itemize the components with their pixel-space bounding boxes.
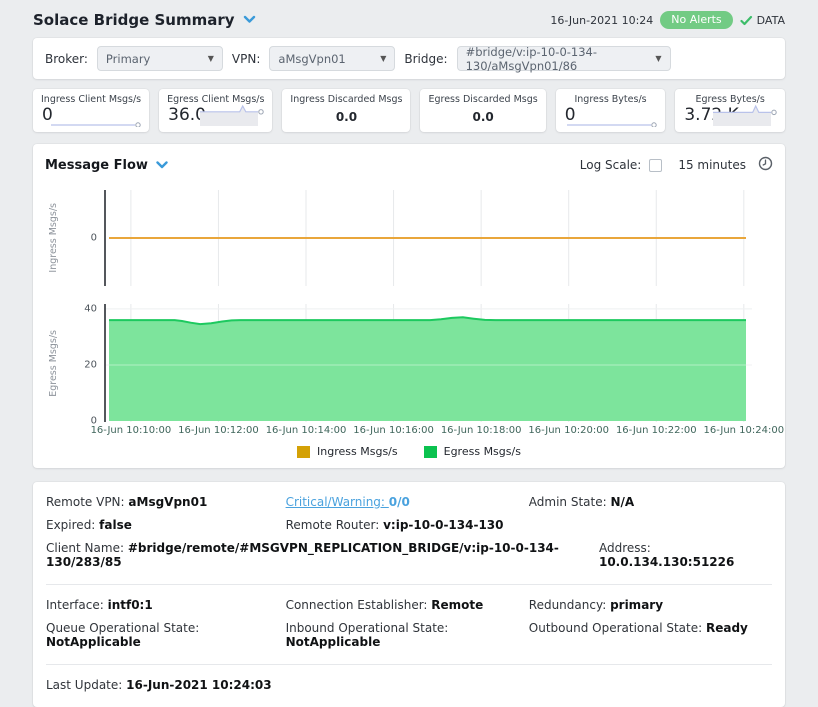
legend-item-egress: Egress Msgs/s	[424, 445, 521, 458]
info-field: Address: 10.0.134.130:51226	[599, 541, 772, 569]
info-field: Expired: false	[46, 518, 286, 532]
metric-card-ingress-discarded: Ingress Discarded Msgs 0.0	[282, 89, 410, 132]
legend-item-ingress: Ingress Msgs/s	[297, 445, 398, 458]
metric-value: 0.0	[428, 110, 537, 124]
page: Solace Bridge Summary 16-Jun-2021 10:24 …	[0, 0, 818, 707]
metric-card-egress-bytes: Egress Bytes/s 3.72 K	[675, 89, 785, 132]
metric-value: 0.0	[290, 110, 402, 124]
egress-y-axis-label: Egress Msgs/s	[48, 330, 59, 397]
info-row: Last Update: 16-Jun-2021 10:24:03	[46, 674, 772, 697]
metric-label: Ingress Discarded Msgs	[290, 94, 402, 105]
data-status-label: DATA	[757, 14, 785, 27]
x-tick-label: 16-Jun 10:14:00	[266, 425, 347, 436]
dropdown-arrow-icon: ▼	[208, 54, 214, 63]
y-tick-label: 0	[91, 233, 97, 244]
info-field: Inbound Operational State: NotApplicable	[286, 621, 529, 649]
info-section: Interface: intf0:1Connection Establisher…	[46, 584, 772, 664]
info-field: Redundancy: primary	[529, 598, 772, 612]
info-row: Interface: intf0:1Connection Establisher…	[46, 594, 772, 617]
egress-chart-row: Egress Msgs/s 02040	[45, 304, 773, 422]
metric-card-egress-client-msgs: Egress Client Msgs/s 36.0	[159, 89, 272, 132]
metric-cards-row: Ingress Client Msgs/s 0 Egress Client Ms…	[33, 89, 785, 132]
info-field: Outbound Operational State: Ready	[529, 621, 772, 649]
x-tick-label: 16-Jun 10:18:00	[441, 425, 522, 436]
egress-y-ticks: 02040	[61, 304, 104, 422]
page-title-chevron-down-icon[interactable]	[243, 13, 256, 27]
info-section: Last Update: 16-Jun-2021 10:24:03	[46, 664, 772, 707]
x-tick-label: 16-Jun 10:12:00	[178, 425, 259, 436]
ingress-y-ticks: 0	[61, 190, 104, 286]
dropdown-arrow-icon: ▼	[380, 54, 386, 63]
info-panel: Remote VPN: aMsgVpn01Critical/Warning: 0…	[33, 482, 785, 707]
info-row: Queue Operational State: NotApplicableIn…	[46, 617, 772, 654]
x-tick-label: 16-Jun 10:22:00	[616, 425, 697, 436]
bridge-select[interactable]: #bridge/v:ip-10-0-134-130/aMsgVpn01/86▼	[457, 46, 671, 71]
egress-legend-swatch	[424, 446, 437, 458]
info-field: Queue Operational State: NotApplicable	[46, 621, 286, 649]
top-header: Solace Bridge Summary 16-Jun-2021 10:24 …	[33, 8, 785, 32]
log-scale-checkbox[interactable]	[649, 159, 662, 172]
sparkline-chart	[49, 101, 141, 127]
info-row: Client Name: #bridge/remote/#MSGVPN_REPL…	[46, 537, 772, 574]
y-tick-label: 40	[84, 303, 97, 314]
critical-warning-link[interactable]: Critical/Warning: 0/0	[286, 495, 529, 509]
broker-select[interactable]: Primary▼	[97, 46, 223, 71]
check-icon	[740, 15, 753, 26]
x-axis-labels: 16-Jun 10:10:0016-Jun 10:12:0016-Jun 10:…	[104, 425, 752, 438]
ingress-chart-row: Ingress Msgs/s 0	[45, 190, 773, 286]
vpn-label: VPN:	[232, 52, 260, 66]
message-flow-chevron-down-icon[interactable]	[156, 158, 168, 172]
message-flow-title: Message Flow	[45, 158, 148, 173]
info-field: Remote Router: v:ip-10-0-134-130	[286, 518, 529, 532]
info-row: Remote VPN: aMsgVpn01Critical/Warning: 0…	[46, 491, 772, 514]
log-scale-label: Log Scale:	[580, 158, 642, 172]
egress-msgs-chart[interactable]	[104, 304, 752, 422]
y-tick-label: 20	[84, 359, 97, 370]
info-field: Admin State: N/A	[529, 495, 772, 509]
info-field-empty	[529, 518, 772, 532]
bridge-label: Bridge:	[404, 52, 447, 66]
time-range-label[interactable]: 15 minutes	[678, 158, 746, 172]
dropdown-arrow-icon: ▼	[655, 54, 661, 63]
info-field: Remote VPN: aMsgVpn01	[46, 495, 286, 509]
metric-card-egress-discarded: Egress Discarded Msgs 0.0	[420, 89, 545, 132]
filter-bar: Broker: Primary▼ VPN: aMsgVpn01▼ Bridge:…	[33, 38, 785, 79]
info-field: Interface: intf0:1	[46, 598, 286, 612]
sparkline-chart	[565, 101, 657, 127]
broker-label: Broker:	[45, 52, 88, 66]
metric-label: Egress Discarded Msgs	[428, 94, 537, 105]
sparkline-chart	[198, 101, 264, 127]
charts-area: Ingress Msgs/s 0 Egress Msgs/s 0 20 40 16-…	[45, 190, 773, 458]
ingress-msgs-chart[interactable]	[104, 190, 752, 286]
page-title: Solace Bridge Summary	[33, 11, 235, 29]
sparkline-chart	[711, 101, 777, 127]
info-section: Remote VPN: aMsgVpn01Critical/Warning: 0…	[46, 482, 772, 584]
x-tick-label: 16-Jun 10:24:00	[703, 425, 784, 436]
info-field: Last Update: 16-Jun-2021 10:24:03	[46, 678, 272, 692]
metric-card-ingress-client-msgs: Ingress Client Msgs/s 0	[33, 89, 149, 132]
ingress-y-axis-label: Ingress Msgs/s	[48, 203, 59, 273]
clock-icon[interactable]	[758, 156, 773, 174]
vpn-select[interactable]: aMsgVpn01▼	[269, 46, 395, 71]
info-row: Expired: falseRemote Router: v:ip-10-0-1…	[46, 514, 772, 537]
message-flow-card: Message Flow Log Scale: 15 minutes Ingre…	[33, 144, 785, 468]
x-tick-label: 16-Jun 10:10:00	[91, 425, 172, 436]
x-tick-label: 16-Jun 10:16:00	[353, 425, 434, 436]
metric-card-ingress-bytes: Ingress Bytes/s 0	[556, 89, 666, 132]
ingress-legend-swatch	[297, 446, 310, 458]
header-timestamp: 16-Jun-2021 10:24	[550, 14, 653, 27]
chart-legend: Ingress Msgs/s Egress Msgs/s	[45, 445, 773, 458]
x-tick-label: 16-Jun 10:20:00	[528, 425, 609, 436]
info-field: Client Name: #bridge/remote/#MSGVPN_REPL…	[46, 541, 579, 569]
no-alerts-badge[interactable]: No Alerts	[660, 11, 732, 29]
info-field: Connection Establisher: Remote	[286, 598, 529, 612]
